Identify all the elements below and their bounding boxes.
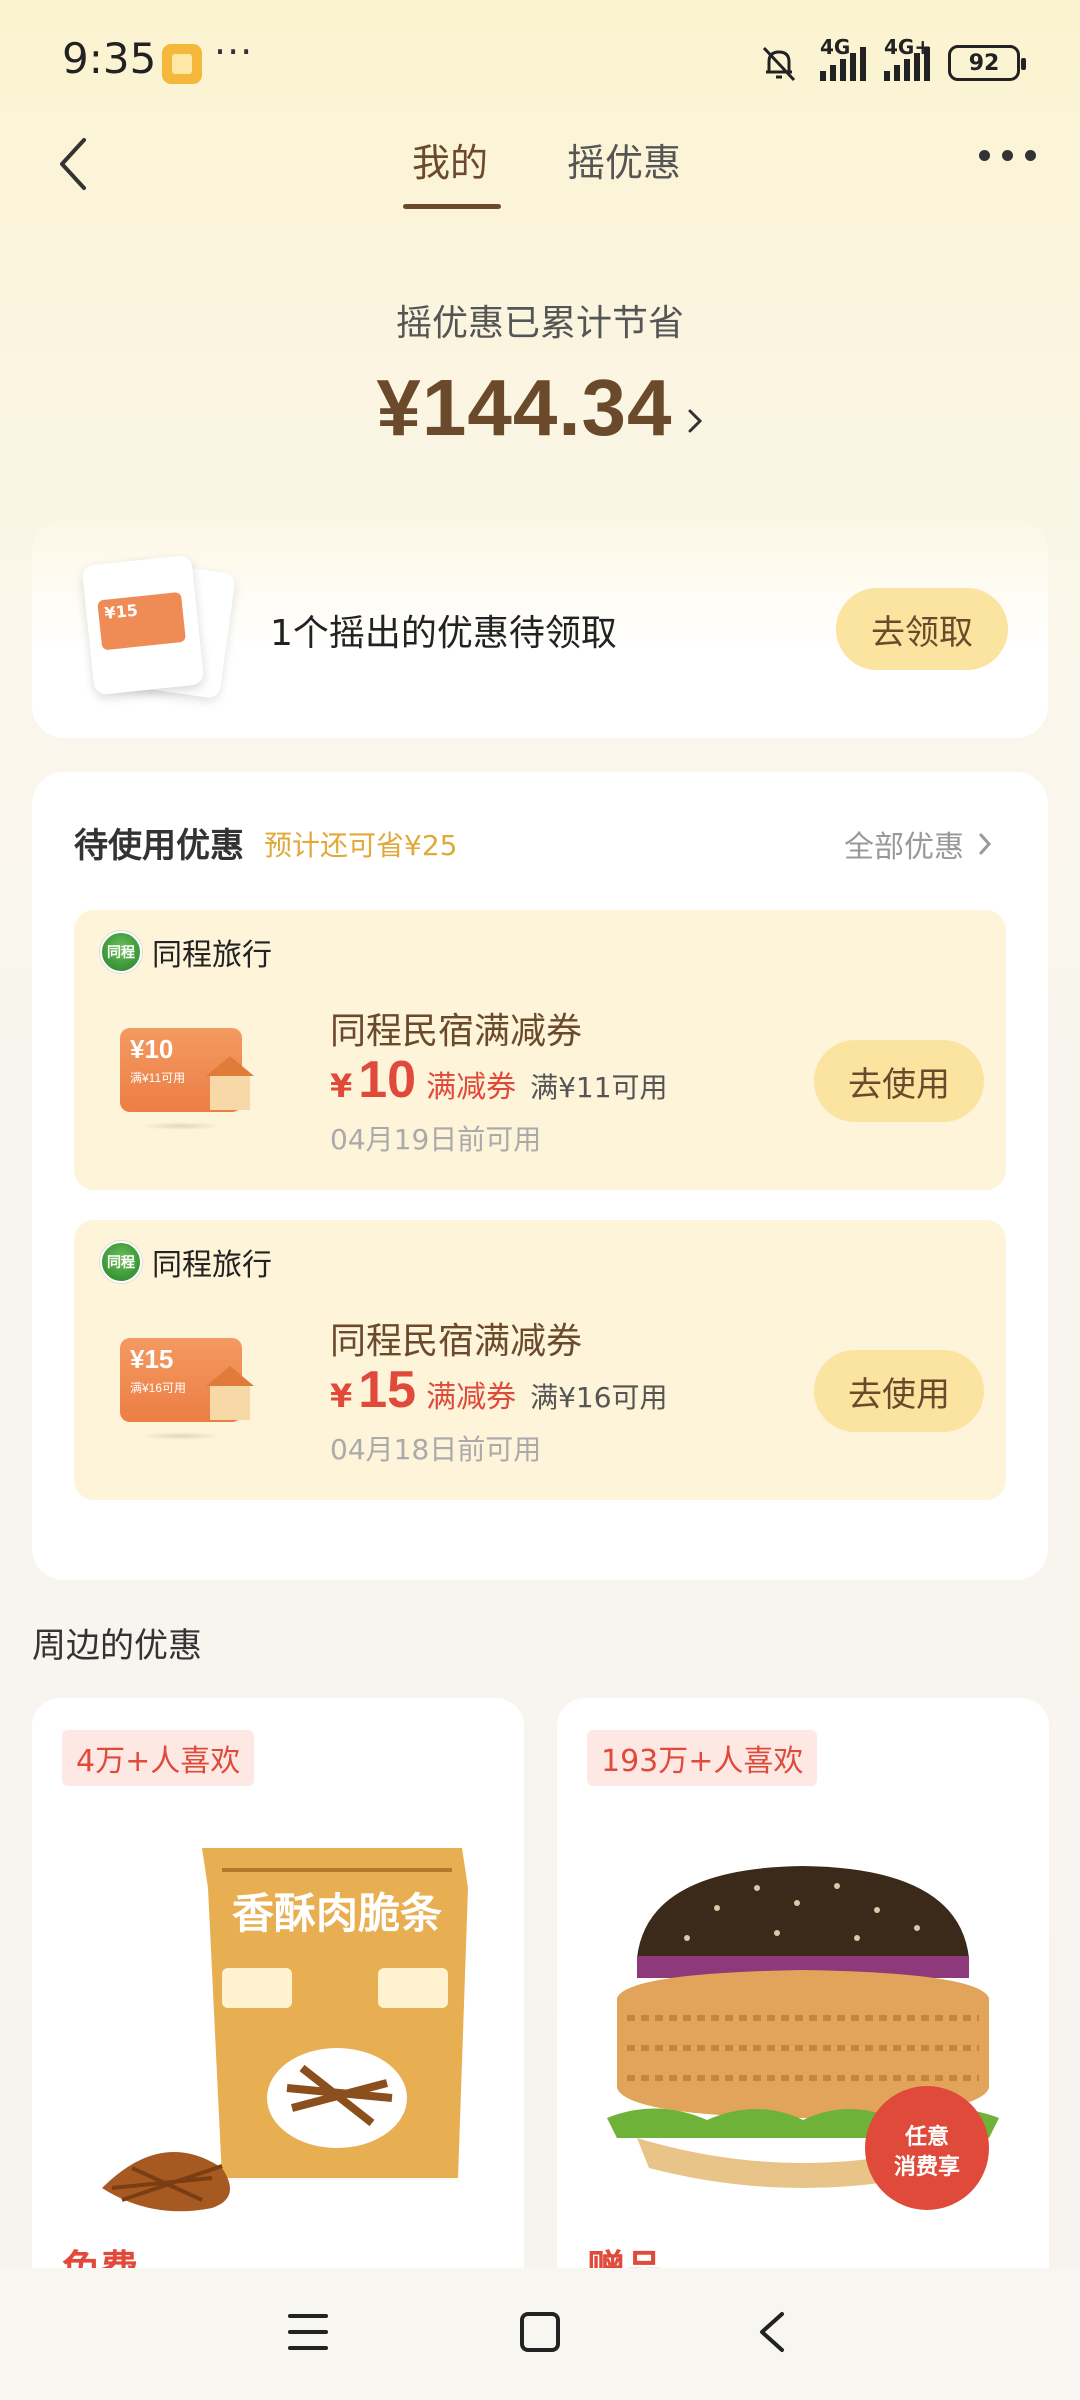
notification-app-icon xyxy=(162,44,202,84)
merchant-name: 同程旅行 xyxy=(152,938,272,973)
battery-icon: 92 xyxy=(948,45,1026,81)
system-navigation-bar xyxy=(0,2268,1080,2400)
home-icon[interactable] xyxy=(520,2312,560,2352)
savings-title: 摇优惠已累计节省 xyxy=(395,303,684,344)
signal-icon-2: 4G+ xyxy=(884,35,931,81)
voucher-condition: 满¥11可用 xyxy=(530,1071,668,1104)
voucher-title: 同程民宿满减券 xyxy=(330,1321,583,1362)
all-vouchers-link[interactable]: 全部优惠 xyxy=(844,822,992,866)
bell-muted-icon xyxy=(756,40,802,86)
vouchers-title: 待使用优惠 xyxy=(74,826,244,866)
voucher-thumbnail: ¥10 满¥11可用 xyxy=(120,1028,254,1130)
back-icon[interactable] xyxy=(752,2310,792,2354)
coupon-stack-image: ¥15 xyxy=(81,554,254,708)
voucher-value: 15 xyxy=(358,1361,417,1419)
status-indicators: 4G 4G+ 92 xyxy=(756,35,1026,86)
svg-text:香酥肉脆条: 香酥肉脆条 xyxy=(232,1889,442,1938)
vouchers-savings-estimate: 预计还可省¥25 xyxy=(264,829,458,862)
status-more-icon: ··· xyxy=(214,30,254,74)
tab-mine[interactable]: 我的 xyxy=(412,132,488,187)
pending-claim-text: 1个摇出的优惠待领取 xyxy=(270,613,617,654)
savings-amount-link[interactable]: ¥144.34 xyxy=(0,362,1080,454)
nearby-deal-card[interactable]: 193万+人喜欢 任意 消费享 赠品 xyxy=(557,1698,1049,2318)
voucher-value: 10 xyxy=(358,1051,417,1109)
signal-icon-1: 4G xyxy=(820,35,866,81)
header-tabs: 我的 摇优惠 xyxy=(0,132,1080,212)
chevron-right-icon xyxy=(979,833,992,855)
svg-text:任意: 任意 xyxy=(904,2124,949,2150)
more-options-icon[interactable] xyxy=(979,150,1036,161)
snack-package-image: 香酥肉脆条 xyxy=(102,1848,468,2212)
status-time: 9:35 xyxy=(62,34,157,83)
savings-amount: ¥144.34 xyxy=(376,363,673,452)
merchant-name: 同程旅行 xyxy=(152,1248,272,1283)
popularity-badge: 193万+人喜欢 xyxy=(587,1730,818,1786)
house-icon xyxy=(206,1056,254,1110)
use-voucher-button[interactable]: 去使用 xyxy=(814,1040,984,1122)
voucher-title: 同程民宿满减券 xyxy=(330,1011,583,1052)
voucher-item[interactable]: 同程 同程旅行 ¥15 满¥16可用 同程民宿满减券 ¥ 15 满减券 满¥16可… xyxy=(74,1220,1006,1500)
voucher-thumbnail: ¥15 满¥16可用 xyxy=(120,1338,254,1440)
status-bar: 9:35 ··· 4G 4G+ 92 xyxy=(0,0,1080,130)
unused-vouchers-card: 待使用优惠 预计还可省¥25 全部优惠 同程 同程旅行 ¥10 满¥11可用 同程… xyxy=(32,772,1048,1580)
voucher-kind: 满减券 xyxy=(426,1380,517,1415)
tab-shake-deals[interactable]: 摇优惠 xyxy=(567,132,681,187)
chevron-right-icon xyxy=(688,409,702,432)
chicken-burger-image: 任意 消费享 xyxy=(607,1866,999,2210)
merchant-logo-icon: 同程 xyxy=(100,1241,142,1283)
popularity-badge: 4万+人喜欢 xyxy=(62,1730,255,1786)
nearby-deals-title: 周边的优惠 xyxy=(32,1626,202,1666)
claim-button[interactable]: 去领取 xyxy=(836,588,1008,670)
use-voucher-button[interactable]: 去使用 xyxy=(814,1350,984,1432)
voucher-price: ¥ 15 满减券 满¥16可用 xyxy=(330,1361,668,1419)
all-vouchers-label: 全部优惠 xyxy=(844,830,964,865)
house-icon xyxy=(206,1366,254,1420)
nearby-deal-card[interactable]: 4万+人喜欢 香酥肉脆条 免费 xyxy=(32,1698,524,2318)
recent-apps-icon[interactable] xyxy=(288,2314,328,2350)
merchant-row: 同程 同程旅行 xyxy=(100,1240,272,1284)
svg-text:消费享: 消费享 xyxy=(894,2154,960,2180)
voucher-expiry: 04月19日前可用 xyxy=(330,1123,542,1156)
merchant-row: 同程 同程旅行 xyxy=(100,930,272,974)
active-tab-indicator xyxy=(403,204,501,209)
voucher-condition: 满¥16可用 xyxy=(530,1381,668,1414)
pending-claim-card: ¥15 1个摇出的优惠待领取 去领取 xyxy=(32,520,1048,738)
voucher-price: ¥ 10 满减券 满¥11可用 xyxy=(330,1051,668,1109)
voucher-kind: 满减券 xyxy=(426,1070,517,1105)
merchant-logo-icon: 同程 xyxy=(100,931,142,973)
voucher-item[interactable]: 同程 同程旅行 ¥10 满¥11可用 同程民宿满减券 ¥ 10 满减券 满¥11可… xyxy=(74,910,1006,1190)
voucher-expiry: 04月18日前可用 xyxy=(330,1433,542,1466)
